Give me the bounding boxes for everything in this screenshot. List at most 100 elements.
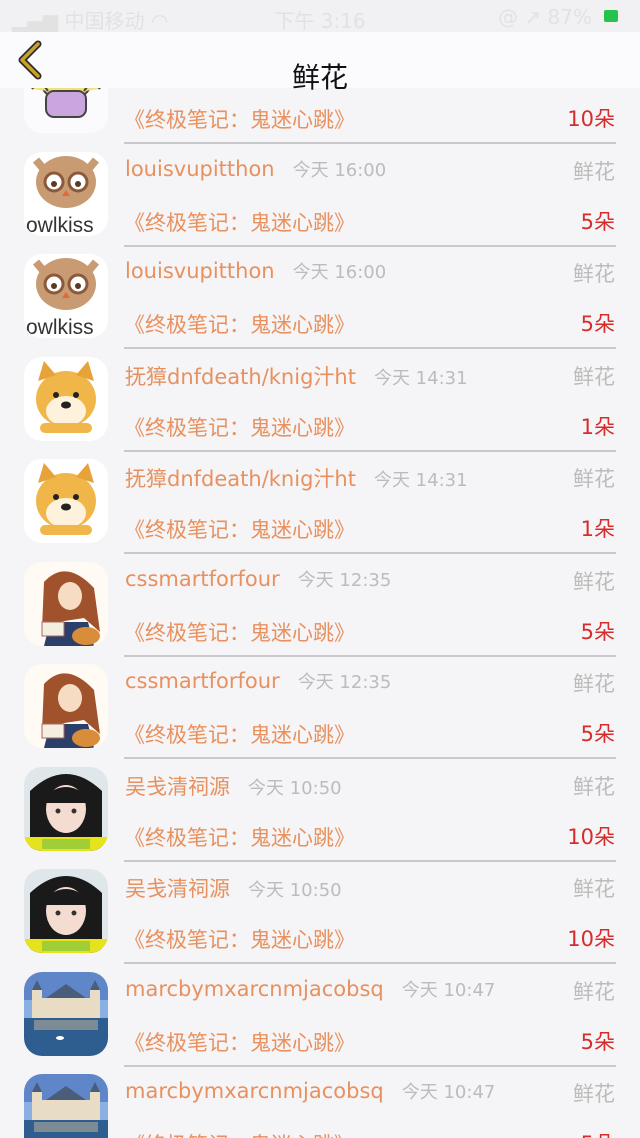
row-divider — [124, 450, 616, 452]
castle-avatar-image — [24, 1074, 108, 1138]
sender-name[interactable]: louisvupitthon 今天 16:00 — [125, 156, 386, 182]
status-indicators: @ ↗ 87% — [498, 5, 592, 29]
doge-avatar[interactable] — [24, 459, 108, 543]
gift-record-row[interactable]: 吴戋清祠源 今天 10:50 鲜花《终极笔记：鬼迷心跳》 10朵 — [0, 767, 640, 869]
book-title-link[interactable]: 《终极笔记：鬼迷心跳》 — [124, 309, 355, 339]
girl-photo-avatar[interactable] — [24, 767, 108, 851]
status-bar: ▂▄▆ 中国移动 ◠ 下午 3:16 @ ↗ 87% — [0, 0, 640, 33]
gift-type-label: 鲜花 — [573, 877, 615, 901]
doge-avatar-image — [24, 459, 108, 543]
gift-time: 今天 16:00 — [292, 262, 387, 283]
owl-avatar[interactable]: owlkiss — [24, 152, 108, 236]
gift-type-label: 鲜花 — [573, 775, 615, 799]
sender-name[interactable]: cssmartforfour 今天 12:35 — [125, 566, 391, 592]
castle-avatar-image — [24, 972, 108, 1056]
flower-count: 10朵 — [567, 107, 615, 131]
flower-count: 1朵 — [580, 415, 615, 439]
girl-photo-avatar-image — [24, 869, 108, 953]
row-divider — [124, 860, 616, 862]
sender-name[interactable]: louisvupitthon 今天 16:00 — [125, 258, 386, 284]
flower-count: 10朵 — [567, 825, 615, 849]
gift-record-row[interactable]: marcbymxarcnmjacobsq今天 10:47 鲜花《终极笔记：鬼迷心跳… — [0, 972, 640, 1074]
gift-type-label: 鲜花 — [573, 980, 615, 1004]
cartoon-avatar-image — [24, 88, 108, 133]
book-title-link[interactable]: 《终极笔记：鬼迷心跳》 — [124, 514, 355, 544]
gift-time: 今天 10:50 — [248, 778, 342, 799]
owl-avatar-image: owlkiss — [24, 152, 108, 236]
gift-type-label: 鲜花 — [573, 365, 615, 389]
battery-icon — [604, 10, 618, 22]
gift-record-row[interactable]: marcbymxarcnmjacobsq今天 10:47 鲜花《终极笔记：鬼迷心跳… — [0, 1074, 640, 1138]
gift-time: 今天 16:00 — [292, 160, 387, 181]
book-title-link[interactable]: 《终极笔记：鬼迷心跳》 — [124, 924, 355, 954]
gift-time: 今天 14:31 — [373, 470, 468, 491]
flower-count: 5朵 — [581, 1128, 615, 1138]
book-title-link[interactable]: 《终极笔记：鬼迷心跳》 — [124, 207, 355, 237]
sender-name[interactable]: 吴戋清祠源 今天 10:50 — [125, 873, 342, 903]
castle-avatar[interactable] — [24, 972, 108, 1056]
nav-bar: 鲜花 — [0, 32, 640, 94]
gift-record-row[interactable]: cssmartforfour 今天 12:35 鲜花《终极笔记：鬼迷心跳》 5朵 — [0, 562, 640, 664]
flower-count: 1朵 — [580, 517, 615, 541]
gift-type-label: 鲜花 — [573, 570, 615, 594]
gift-time: 今天 10:50 — [248, 880, 342, 901]
row-divider — [124, 757, 616, 759]
row-divider — [124, 347, 616, 349]
svg-text:owlkiss: owlkiss — [26, 316, 94, 338]
girl-illustration-avatar-image — [24, 562, 108, 646]
gift-time: 今天 14:31 — [373, 368, 468, 389]
book-title-link[interactable]: 《终极笔记：鬼迷心跳》 — [124, 412, 355, 442]
sender-name[interactable]: 抚獐dnfdeath/knig汁ht 今天 14:31 — [125, 361, 468, 391]
gift-record-row[interactable]: 《终极笔记：鬼迷心跳》 10朵 — [0, 88, 640, 151]
gift-type-label: 鲜花 — [573, 672, 615, 696]
castle-avatar[interactable] — [24, 1074, 108, 1138]
girl-photo-avatar[interactable] — [24, 869, 108, 953]
sender-name[interactable]: 抚獐dnfdeath/knig汁ht 今天 14:31 — [125, 463, 468, 493]
sender-name[interactable]: marcbymxarcnmjacobsq 今天 10:47 — [125, 976, 495, 1002]
cartoon-avatar[interactable] — [24, 88, 108, 133]
book-title-link[interactable]: 《终极笔记：鬼迷心跳》 — [124, 1129, 355, 1138]
sender-name[interactable]: 吴戋清祠源 今天 10:50 — [125, 771, 342, 801]
flower-count: 5朵 — [580, 722, 615, 746]
book-title-link[interactable]: 《终极笔记：鬼迷心跳》 — [124, 104, 355, 134]
book-title-link[interactable]: 《终极笔记：鬼迷心跳》 — [124, 1027, 355, 1057]
book-title-link[interactable]: 《终极笔记：鬼迷心跳》 — [124, 719, 355, 749]
gift-time: 今天 10:47 — [401, 1082, 496, 1103]
gift-type-label: 鲜花 — [573, 262, 615, 286]
girl-illustration-avatar[interactable] — [24, 664, 108, 748]
row-divider — [124, 245, 616, 247]
gift-record-row[interactable]: 抚獐dnfdeath/knig汁ht 今天 14:31 鲜花《终极笔记：鬼迷心跳》 1… — [0, 357, 640, 459]
book-title-link[interactable]: 《终极笔记：鬼迷心跳》 — [124, 822, 355, 852]
flower-count: 5朵 — [580, 1030, 615, 1054]
row-divider — [124, 1065, 616, 1067]
gift-type-label: 鲜花 — [573, 160, 615, 184]
gift-record-row[interactable]: owlkiss louisvupitthon 今天 16:00 鲜花《终极笔记：鬼迷… — [0, 152, 640, 254]
gift-record-row[interactable]: 抚獐dnfdeath/knig汁ht 今天 14:31 鲜花《终极笔记：鬼迷心跳》 1… — [0, 459, 640, 561]
gift-record-row[interactable]: cssmartforfour 今天 12:35 鲜花《终极笔记：鬼迷心跳》 5朵 — [0, 664, 640, 766]
row-divider — [124, 142, 616, 144]
girl-illustration-avatar[interactable] — [24, 562, 108, 646]
sender-name[interactable]: cssmartforfour 今天 12:35 — [125, 668, 391, 694]
gift-record-row[interactable]: 吴戋清祠源 今天 10:50 鲜花《终极笔记：鬼迷心跳》 10朵 — [0, 869, 640, 971]
gift-record-row[interactable]: owlkiss louisvupitthon 今天 16:00 鲜花《终极笔记：鬼迷… — [0, 254, 640, 356]
row-divider — [124, 552, 616, 554]
row-divider — [124, 962, 616, 964]
girl-photo-avatar-image — [24, 767, 108, 851]
owl-avatar[interactable]: owlkiss — [24, 254, 108, 338]
girl-illustration-avatar-image — [24, 664, 108, 748]
gift-type-label: 鲜花 — [573, 467, 615, 491]
gift-type-label: 鲜花 — [573, 1082, 615, 1106]
svg-text:owlkiss: owlkiss — [26, 214, 94, 236]
doge-avatar[interactable] — [24, 357, 108, 441]
gift-time: 今天 12:35 — [297, 672, 392, 693]
book-title-link[interactable]: 《终极笔记：鬼迷心跳》 — [124, 617, 355, 647]
gift-time: 今天 10:47 — [401, 980, 496, 1001]
row-divider — [124, 655, 616, 657]
flower-count: 10朵 — [567, 927, 615, 951]
sender-name[interactable]: marcbymxarcnmjacobsq 今天 10:47 — [125, 1078, 495, 1104]
flower-count: 5朵 — [580, 620, 615, 644]
owl-avatar-image: owlkiss — [24, 254, 108, 338]
flower-gift-list[interactable]: 《终极笔记：鬼迷心跳》 10朵 owlkiss louisvupitthon 今天 … — [0, 88, 640, 1138]
doge-avatar-image — [24, 357, 108, 441]
flower-count: 5朵 — [580, 210, 615, 234]
